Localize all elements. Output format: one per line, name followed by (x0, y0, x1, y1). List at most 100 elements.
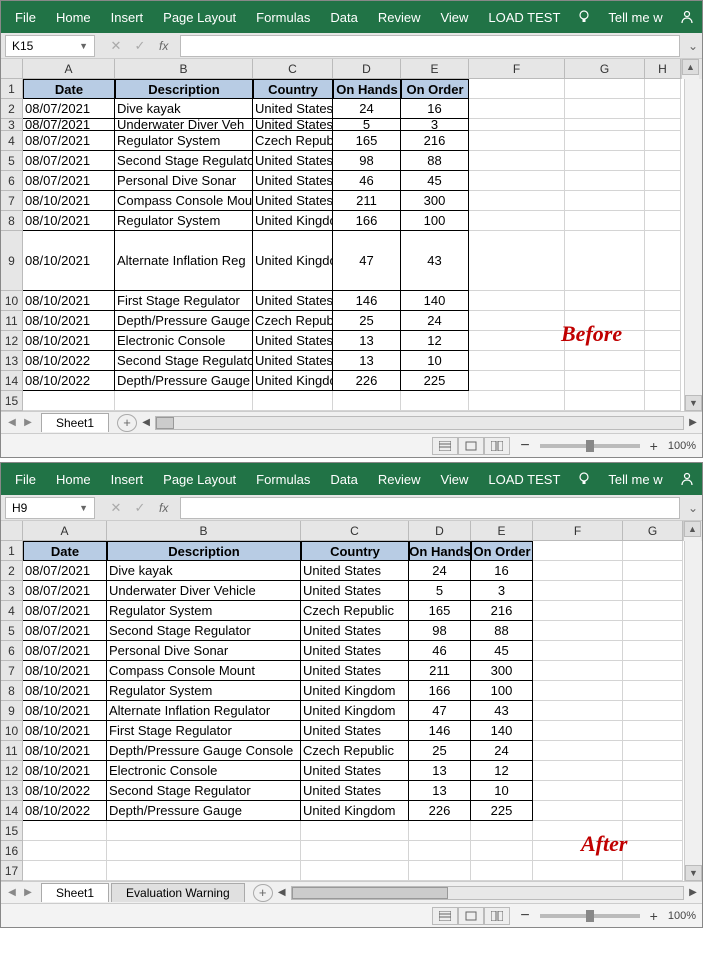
scroll-down-icon[interactable]: ▼ (685, 395, 702, 411)
row-header[interactable]: 15 (1, 821, 23, 841)
zoom-in-button[interactable]: + (646, 438, 662, 454)
data-cell[interactable]: United States (253, 351, 333, 371)
empty-cell[interactable] (565, 211, 645, 231)
data-cell[interactable]: United States (301, 641, 409, 661)
data-cell[interactable]: United States (253, 291, 333, 311)
ribbon-tab-home[interactable]: Home (46, 2, 101, 33)
col-header-C[interactable]: C (301, 521, 409, 541)
data-cell[interactable]: 211 (333, 191, 401, 211)
empty-cell[interactable] (469, 351, 565, 371)
empty-cell[interactable] (565, 191, 645, 211)
row-header[interactable]: 13 (1, 351, 23, 371)
data-cell[interactable]: Alternate Inflation Regulator (107, 701, 301, 721)
table-header-cell[interactable]: On Hands (333, 79, 401, 99)
data-cell[interactable]: 25 (409, 741, 471, 761)
row-header[interactable]: 13 (1, 781, 23, 801)
empty-cell[interactable] (645, 191, 681, 211)
data-cell[interactable]: 24 (471, 741, 533, 761)
row-header[interactable]: 10 (1, 721, 23, 741)
data-cell[interactable]: 16 (401, 99, 469, 119)
data-cell[interactable]: 46 (333, 171, 401, 191)
add-sheet-button[interactable]: + (253, 884, 273, 902)
tab-nav-next-icon[interactable]: ▶ (21, 417, 35, 428)
empty-cell[interactable] (565, 119, 645, 131)
table-header-cell[interactable]: On Hands (409, 541, 471, 561)
empty-cell[interactable] (107, 861, 301, 881)
sheet-tab[interactable]: Sheet1 (41, 413, 109, 432)
data-cell[interactable]: Second Stage Regulato (115, 151, 253, 171)
data-cell[interactable]: 24 (401, 311, 469, 331)
ribbon-tab-file[interactable]: File (5, 2, 46, 33)
empty-cell[interactable] (533, 601, 623, 621)
empty-cell[interactable] (409, 821, 471, 841)
empty-cell[interactable] (645, 291, 681, 311)
data-cell[interactable]: Regulator System (107, 601, 301, 621)
data-cell[interactable]: United States (253, 99, 333, 119)
horizontal-scrollbar[interactable] (291, 886, 684, 900)
expand-formula-icon[interactable]: ⌄ (684, 501, 702, 515)
data-cell[interactable]: United States (253, 191, 333, 211)
row-header[interactable]: 16 (1, 841, 23, 861)
empty-cell[interactable] (23, 821, 107, 841)
data-cell[interactable]: Dive kayak (107, 561, 301, 581)
empty-cell[interactable] (469, 231, 565, 291)
empty-cell[interactable] (471, 861, 533, 881)
row-header[interactable]: 11 (1, 311, 23, 331)
col-header-F[interactable]: F (533, 521, 623, 541)
row-header[interactable]: 6 (1, 641, 23, 661)
row-header[interactable]: 4 (1, 601, 23, 621)
data-cell[interactable]: 47 (409, 701, 471, 721)
data-cell[interactable]: United Kingdo (253, 371, 333, 391)
scroll-down-icon[interactable]: ▼ (685, 865, 702, 881)
empty-cell[interactable] (533, 581, 623, 601)
empty-cell[interactable] (469, 211, 565, 231)
data-cell[interactable]: 08/10/2021 (23, 761, 107, 781)
empty-cell[interactable] (409, 841, 471, 861)
empty-cell[interactable] (469, 311, 565, 331)
ribbon-tab-data[interactable]: Data (320, 464, 367, 495)
table-header-cell[interactable]: Date (23, 79, 115, 99)
data-cell[interactable]: 13 (409, 761, 471, 781)
empty-cell[interactable] (645, 171, 681, 191)
data-cell[interactable]: Regulator System (115, 131, 253, 151)
col-header-C[interactable]: C (253, 59, 333, 79)
fx-icon[interactable]: fx (153, 39, 174, 53)
row-header[interactable]: 9 (1, 231, 23, 291)
data-cell[interactable]: 08/10/2022 (23, 801, 107, 821)
empty-cell[interactable] (471, 821, 533, 841)
data-cell[interactable]: Second Stage Regulato (115, 351, 253, 371)
data-cell[interactable]: 08/10/2021 (23, 311, 115, 331)
select-all-corner[interactable] (1, 59, 23, 79)
data-cell[interactable]: 46 (409, 641, 471, 661)
empty-cell[interactable] (533, 721, 623, 741)
add-sheet-button[interactable]: + (117, 414, 137, 432)
empty-cell[interactable] (623, 641, 683, 661)
data-cell[interactable]: 08/10/2021 (23, 721, 107, 741)
data-cell[interactable]: United Kingdo (253, 211, 333, 231)
data-cell[interactable]: 13 (333, 351, 401, 371)
data-cell[interactable]: Regulator System (115, 211, 253, 231)
row-header[interactable]: 15 (1, 391, 23, 411)
data-cell[interactable]: United Kingdom (301, 701, 409, 721)
data-cell[interactable]: 166 (409, 681, 471, 701)
data-cell[interactable]: 140 (401, 291, 469, 311)
data-cell[interactable]: Czech Republic (301, 741, 409, 761)
col-header-D[interactable]: D (333, 59, 401, 79)
data-cell[interactable]: Underwater Diver Veh (115, 119, 253, 131)
data-cell[interactable]: 225 (471, 801, 533, 821)
empty-cell[interactable] (469, 371, 565, 391)
table-header-cell[interactable]: Date (23, 541, 107, 561)
data-cell[interactable]: 98 (409, 621, 471, 641)
data-cell[interactable]: 12 (401, 331, 469, 351)
data-cell[interactable]: 211 (409, 661, 471, 681)
data-cell[interactable]: 3 (401, 119, 469, 131)
data-cell[interactable]: 5 (333, 119, 401, 131)
empty-cell[interactable] (565, 99, 645, 119)
empty-cell[interactable] (533, 541, 623, 561)
data-cell[interactable]: 12 (471, 761, 533, 781)
empty-cell[interactable] (645, 131, 681, 151)
data-cell[interactable]: 08/07/2021 (23, 151, 115, 171)
data-cell[interactable]: 10 (471, 781, 533, 801)
ribbon-tab-view[interactable]: View (430, 464, 478, 495)
empty-cell[interactable] (645, 371, 681, 391)
